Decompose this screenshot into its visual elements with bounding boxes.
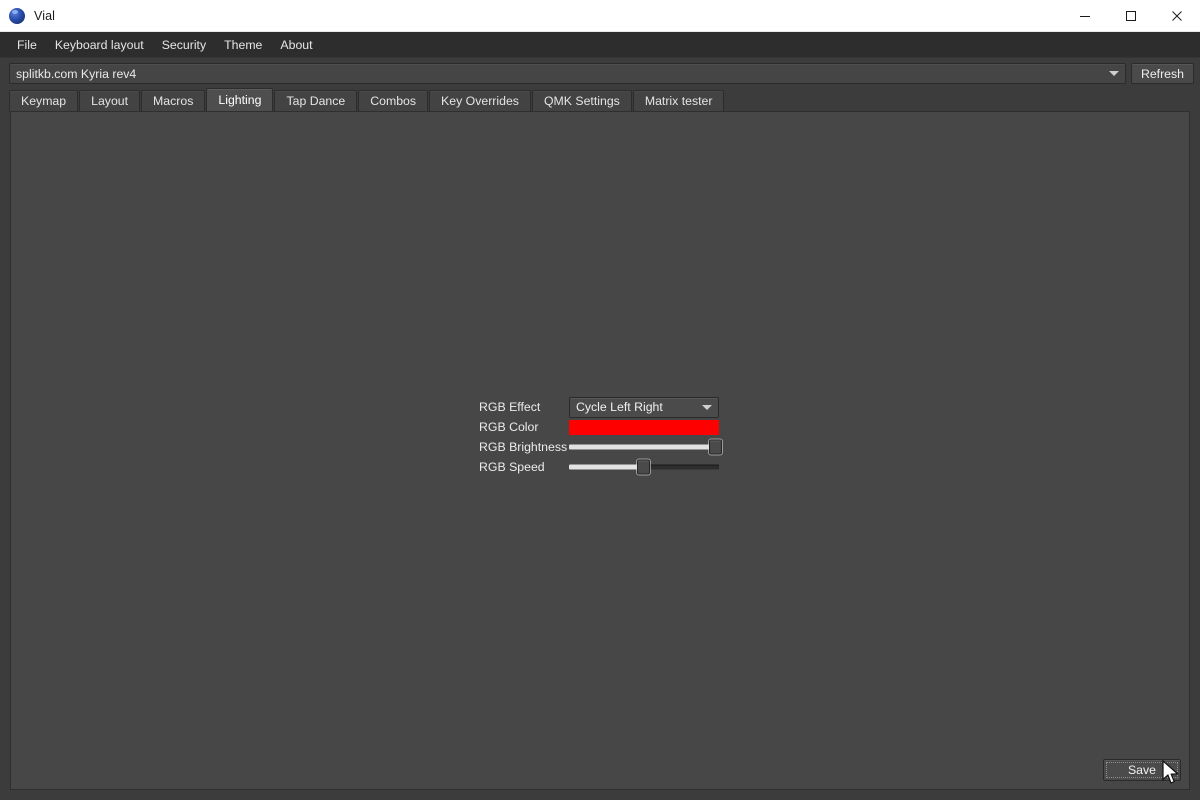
slider-handle[interactable] xyxy=(708,439,722,455)
rgb-speed-slider[interactable] xyxy=(569,457,719,477)
titlebar: Vial xyxy=(0,0,1200,32)
rgb-color-control xyxy=(569,419,719,435)
rgb-effect-value: Cycle Left Right xyxy=(576,400,663,414)
window-title: Vial xyxy=(34,8,56,23)
device-select[interactable]: splitkb.com Kyria rev4 xyxy=(9,63,1126,84)
tab-matrix-tester[interactable]: Matrix tester xyxy=(632,90,725,111)
close-button[interactable] xyxy=(1154,0,1200,31)
menu-item-theme[interactable]: Theme xyxy=(215,35,271,55)
menu-item-keyboard-layout[interactable]: Keyboard layout xyxy=(46,35,153,55)
menu-item-about[interactable]: About xyxy=(271,35,321,55)
close-icon xyxy=(1172,10,1182,21)
rgb-color-swatch[interactable] xyxy=(569,419,719,435)
minimize-icon xyxy=(1080,15,1090,17)
rgb-brightness-label: RGB Brightness xyxy=(479,440,568,454)
rgb-brightness-control xyxy=(569,437,722,457)
rgb-effect-label: RGB Effect xyxy=(479,400,541,414)
vial-window: Vial File Keyboard layout Security Theme… xyxy=(0,0,1200,800)
rgb-effect-select[interactable]: Cycle Left Right xyxy=(569,396,719,418)
vial-app-icon xyxy=(9,7,25,24)
refresh-button[interactable]: Refresh xyxy=(1130,63,1194,84)
tab-lighting[interactable]: Lighting xyxy=(206,88,274,111)
slider-handle[interactable] xyxy=(636,459,650,475)
device-select-value: splitkb.com Kyria rev4 xyxy=(16,66,137,81)
minimize-button[interactable] xyxy=(1062,0,1108,31)
device-row: splitkb.com Kyria rev4 Refresh xyxy=(0,58,1200,88)
menu-item-security[interactable]: Security xyxy=(153,35,215,55)
save-bar: Save xyxy=(1103,759,1181,781)
rgb-effect-control: Cycle Left Right xyxy=(569,396,719,418)
chevron-down-icon xyxy=(696,404,718,410)
tab-tap-dance[interactable]: Tap Dance xyxy=(274,90,358,111)
slider-fill xyxy=(569,464,643,470)
tab-layout[interactable]: Layout xyxy=(79,90,141,111)
lighting-form-area: RGB Effect Cycle Left Right RGB Color RG… xyxy=(11,112,1189,789)
rgb-speed-control xyxy=(569,457,719,477)
rgb-speed-label: RGB Speed xyxy=(479,460,545,474)
menubar: File Keyboard layout Security Theme Abou… xyxy=(0,32,1200,58)
tab-strip: Keymap Layout Macros Lighting Tap Dance … xyxy=(0,88,1200,111)
tab-qmk-settings[interactable]: QMK Settings xyxy=(531,90,632,111)
tab-combos[interactable]: Combos xyxy=(358,90,429,111)
menu-item-file[interactable]: File xyxy=(8,35,46,55)
slider-fill xyxy=(569,444,715,450)
tab-keymap[interactable]: Keymap xyxy=(9,90,79,111)
rgb-settings-form: RGB Effect Cycle Left Right RGB Color RG… xyxy=(479,396,722,477)
tab-key-overrides[interactable]: Key Overrides xyxy=(429,90,531,111)
save-button[interactable]: Save xyxy=(1103,759,1181,781)
lighting-panel: RGB Effect Cycle Left Right RGB Color RG… xyxy=(10,111,1190,790)
window-controls xyxy=(1062,0,1200,31)
tab-macros[interactable]: Macros xyxy=(141,90,206,111)
rgb-color-label: RGB Color xyxy=(479,420,539,434)
chevron-down-icon xyxy=(1103,71,1125,76)
maximize-button[interactable] xyxy=(1108,0,1154,31)
rgb-brightness-slider[interactable] xyxy=(569,437,722,457)
content-area: RGB Effect Cycle Left Right RGB Color RG… xyxy=(0,111,1200,800)
maximize-icon xyxy=(1126,10,1136,21)
